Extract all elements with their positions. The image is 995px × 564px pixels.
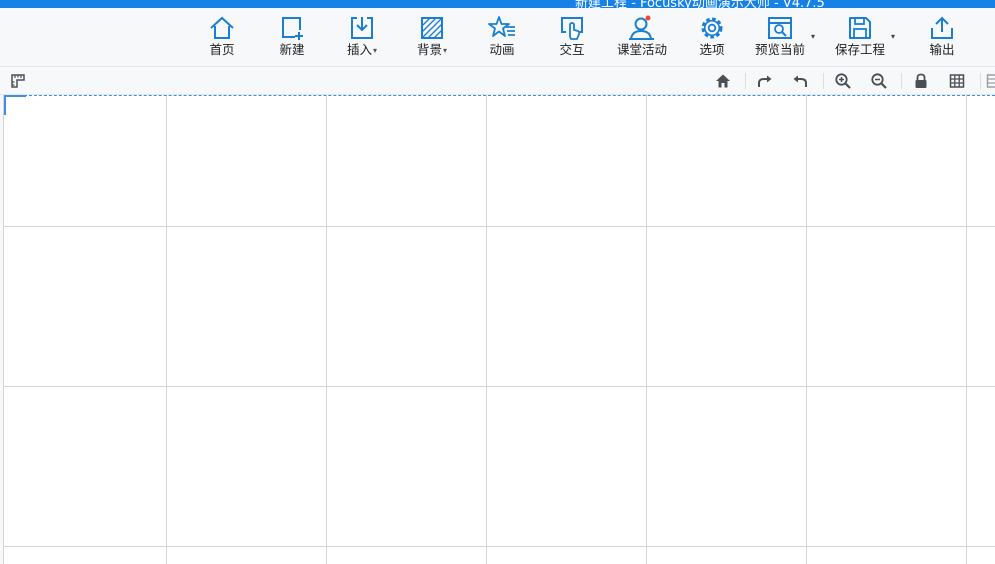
star-animation-icon <box>488 16 515 37</box>
grid-line <box>646 95 647 564</box>
grid-line <box>486 95 487 564</box>
new-file-icon <box>282 17 303 40</box>
grid-line <box>166 95 167 564</box>
title-bar: 新建工程 - Focusky动画演示大师 - V4.7.5 <box>0 0 995 8</box>
background-button[interactable]: 背景▾ <box>410 8 454 66</box>
options-button[interactable]: 选项 <box>690 8 734 66</box>
canvas-toolbar <box>0 67 995 95</box>
undo-icon <box>793 75 807 87</box>
interaction-button[interactable]: 交互 <box>550 8 594 66</box>
window-title: 新建工程 - Focusky动画演示大师 - V4.7.5 <box>575 0 825 8</box>
preview-icon <box>768 17 792 39</box>
layout-icon <box>986 74 995 88</box>
grid-line <box>4 226 995 227</box>
grid-line <box>4 386 995 387</box>
insert-button-label: 插入▾ <box>346 42 378 57</box>
home-button-label: 首页 <box>209 42 235 57</box>
export-button[interactable]: 输出 <box>920 8 964 66</box>
export-upload-icon <box>931 16 953 39</box>
insert-button[interactable]: 插入▾ <box>340 8 384 66</box>
ribbon-toolbar: 首页 新建 插入▾ 背景▾ 动画 交互 课堂活动 选项 预览当前 ▾ 保存工程 … <box>0 8 995 67</box>
zoom-in-button[interactable] <box>834 72 852 90</box>
zoom-out-button[interactable] <box>870 72 888 90</box>
home-icon <box>210 16 234 39</box>
home-view-button[interactable] <box>714 72 732 90</box>
toolbar-divider <box>901 73 902 89</box>
layout-toggle-button[interactable] <box>986 72 995 90</box>
home-icon <box>716 74 730 88</box>
zoom-out-icon <box>871 73 887 89</box>
grid-line <box>4 546 995 547</box>
editing-canvas[interactable] <box>4 95 995 564</box>
grid-line <box>966 95 967 564</box>
preview-current-button[interactable]: 预览当前 <box>751 8 809 66</box>
ruler-toggle[interactable] <box>9 72 27 90</box>
export-button-label: 输出 <box>929 42 955 57</box>
save-project-label: 保存工程 <box>834 42 885 57</box>
redo-icon <box>758 75 772 87</box>
grid-icon <box>949 74 965 88</box>
zoom-in-icon <box>835 73 851 89</box>
new-button[interactable]: 新建 <box>270 8 314 66</box>
classroom-activity-label: 课堂活动 <box>616 42 667 57</box>
save-project-button[interactable]: 保存工程 <box>831 8 889 66</box>
touch-interaction-icon <box>561 17 583 40</box>
notification-badge-icon <box>645 15 651 21</box>
preview-current-label: 预览当前 <box>754 42 805 57</box>
animation-button[interactable]: 动画 <box>480 8 524 66</box>
classroom-activity-button[interactable]: 课堂活动 <box>614 8 670 66</box>
grid-toggle-button[interactable] <box>948 72 966 90</box>
toolbar-divider <box>745 73 746 89</box>
grid-line <box>326 95 327 564</box>
frame-selection-outline <box>4 95 995 96</box>
lock-button[interactable] <box>912 72 930 90</box>
lock-icon <box>915 73 927 88</box>
options-button-label: 选项 <box>699 42 725 57</box>
grid-line <box>806 95 807 564</box>
insert-icon <box>351 17 373 39</box>
background-icon <box>421 17 443 39</box>
frame-corner-handle[interactable] <box>4 95 26 115</box>
interaction-button-label: 交互 <box>559 42 585 57</box>
toolbar-divider <box>823 73 824 89</box>
background-button-label: 背景▾ <box>416 42 448 57</box>
save-disk-icon <box>849 17 871 39</box>
gear-icon <box>701 17 723 39</box>
classroom-activity-icon <box>629 15 654 40</box>
redo-button[interactable] <box>756 72 774 90</box>
undo-button[interactable] <box>791 72 809 90</box>
save-dropdown-caret[interactable]: ▾ <box>891 32 895 41</box>
ruler-icon <box>11 74 25 88</box>
preview-dropdown-caret[interactable]: ▾ <box>811 32 815 41</box>
toolbar-divider <box>980 73 981 89</box>
home-button[interactable]: 首页 <box>200 8 244 66</box>
new-button-label: 新建 <box>279 42 305 57</box>
animation-button-label: 动画 <box>489 42 515 57</box>
